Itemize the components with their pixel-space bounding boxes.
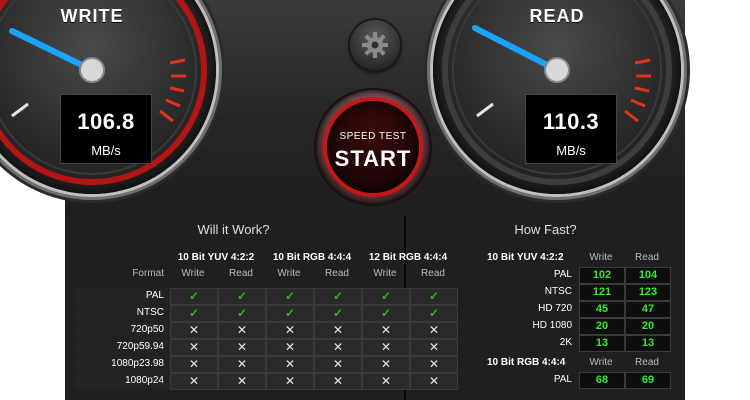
check-icon: ✓ [170,305,218,322]
check-icon: ✓ [362,288,410,305]
x-icon: ✕ [170,322,218,339]
write-readout: 106.8 MB/s [60,94,152,164]
check-icon: ✓ [410,305,458,322]
disk-speed-test-window: WRITE 106.8 MB/s READ 110.3 MB/s SPEED T… [0,0,750,400]
write-gauge: WRITE 106.8 MB/s [0,0,216,194]
check-icon: ✓ [170,288,218,305]
x-icon: ✕ [314,339,362,356]
x-icon: ✕ [362,356,410,373]
x-icon: ✕ [170,339,218,356]
hf-format-label: HD 1080 [532,320,572,331]
check-icon: ✓ [218,288,266,305]
read-fps-value: 104 [625,267,671,284]
format-label: 1080p24 [125,375,164,386]
start-speed-test-button[interactable]: SPEED TEST START [316,90,430,204]
hf-format-label: NTSC [544,286,572,297]
x-icon: ✕ [314,373,362,390]
format-label: 720p59.94 [116,341,164,352]
check-icon: ✓ [410,288,458,305]
wi-sub-header: Read [421,268,445,279]
x-icon: ✕ [170,356,218,373]
start-button-face: SPEED TEST START [327,101,419,193]
x-icon: ✕ [170,373,218,390]
write-fps-value: 102 [579,267,625,284]
x-icon: ✕ [410,339,458,356]
check-icon: ✓ [218,305,266,322]
x-icon: ✕ [362,339,410,356]
x-icon: ✕ [218,339,266,356]
hf-format-label: 2K [559,337,572,348]
format-label: 720p50 [130,324,164,335]
write-fps-value: 121 [579,284,625,301]
x-icon: ✕ [314,356,362,373]
hf-sub-header: Write [589,252,613,263]
x-icon: ✕ [218,322,266,339]
write-gauge-title: WRITE [60,6,124,26]
check-icon: ✓ [266,305,314,322]
read-fps-value: 13 [625,335,671,352]
will-it-work-title: Will it Work? [197,222,270,237]
write-fps-value: 45 [579,301,625,318]
hf-format-label: PAL [553,269,572,280]
x-icon: ✕ [266,373,314,390]
wi-column-header: 10 Bit RGB 4:4:4 [272,252,352,263]
hf-format-label: PAL [553,374,572,385]
hf-sub-header: Read [635,357,659,368]
start-button-caption: SPEED TEST [339,131,407,142]
gear-icon [362,32,388,58]
wi-sub-header: Write [181,268,205,279]
x-icon: ✕ [314,322,362,339]
hf-format-label: HD 720 [538,303,572,314]
format-label: PAL [145,290,164,301]
check-icon: ✓ [362,305,410,322]
wi-sub-header: Write [373,268,397,279]
hf-sub-header: Read [635,252,659,263]
x-icon: ✕ [410,356,458,373]
x-icon: ✕ [410,322,458,339]
x-icon: ✕ [266,322,314,339]
x-icon: ✕ [410,373,458,390]
format-column-label: Format [132,268,164,279]
check-icon: ✓ [314,305,362,322]
x-icon: ✕ [266,356,314,373]
read-fps-value: 123 [625,284,671,301]
wi-sub-header: Read [325,268,349,279]
read-fps-value: 20 [625,318,671,335]
check-icon: ✓ [266,288,314,305]
how-fast-title: How Fast? [514,222,577,237]
wi-column-header: 12 Bit RGB 4:4:4 [368,252,448,263]
hf-group-header: 10 Bit YUV 4:2:2 [487,252,564,263]
wi-sub-header: Read [229,268,253,279]
check-icon: ✓ [314,288,362,305]
read-gauge: READ 110.3 MB/s [433,0,681,194]
x-icon: ✕ [266,339,314,356]
write-fps-value: 13 [579,335,625,352]
hf-group-header: 10 Bit RGB 4:4:4 [487,357,566,368]
write-fps-value: 68 [579,372,625,389]
x-icon: ✕ [362,322,410,339]
x-icon: ✕ [218,373,266,390]
start-button-label: START [334,146,412,171]
read-fps-value: 47 [625,301,671,318]
hf-sub-header: Write [589,357,613,368]
write-speed-value: 106.8 [77,109,135,134]
wi-column-header: 10 Bit YUV 4:2:2 [177,252,255,263]
x-icon: ✕ [218,356,266,373]
settings-button[interactable] [350,20,400,70]
write-speed-unit: MB/s [91,143,121,158]
read-readout: 110.3 MB/s [525,94,617,164]
format-label: NTSC [136,307,164,318]
write-fps-value: 20 [579,318,625,335]
x-icon: ✕ [362,373,410,390]
read-speed-value: 110.3 [542,109,600,134]
read-speed-unit: MB/s [556,143,586,158]
read-fps-value: 69 [625,372,671,389]
wi-sub-header: Write [277,268,301,279]
format-label: 1080p23.98 [111,358,164,369]
read-gauge-title: READ [529,6,585,26]
